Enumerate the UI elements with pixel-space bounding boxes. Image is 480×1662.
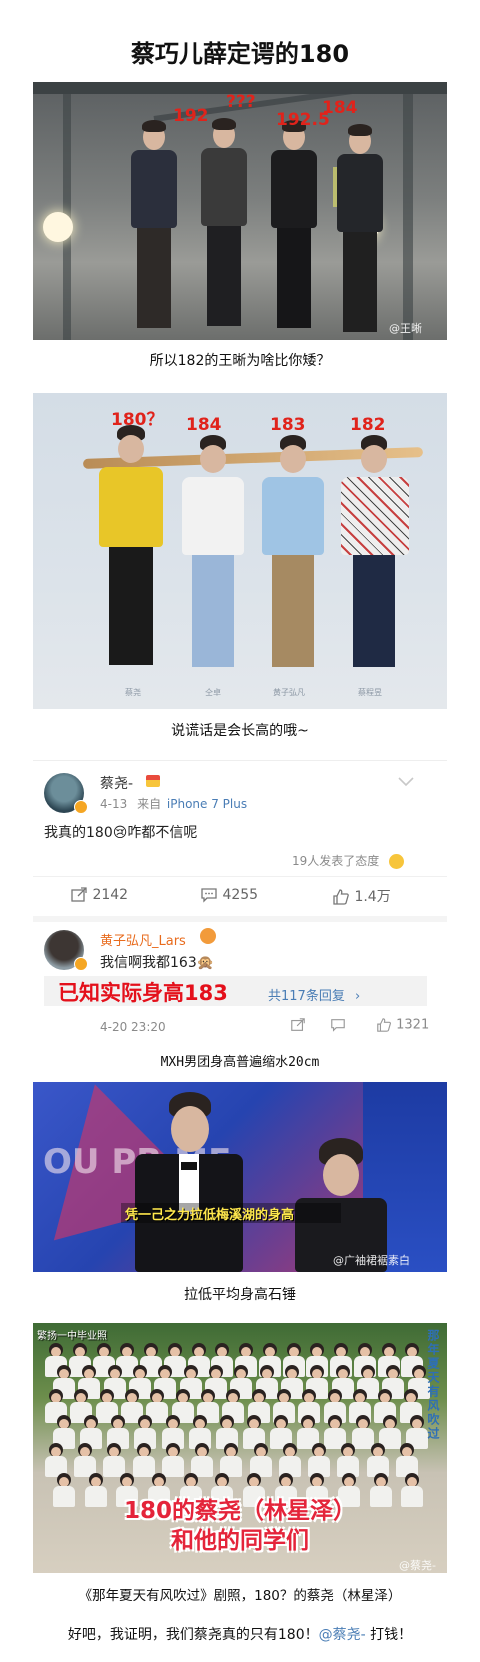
laugh-emoji-icon <box>389 854 405 869</box>
verified-badge-icon <box>74 800 88 814</box>
student <box>220 1443 243 1477</box>
member-blue <box>258 435 328 687</box>
student <box>278 1443 301 1477</box>
comment-icon <box>201 888 217 903</box>
photo4-caption: 《那年夏天有风吹过》剧照，180？的蔡尧（林星泽） <box>78 1588 402 1604</box>
emoji-badge-icon <box>200 928 216 944</box>
post-meta: 4-13 来自 iPhone 7 Plus <box>100 795 247 812</box>
comment-username[interactable]: 黄子弘凡_Lars <box>100 930 186 949</box>
page-title: 蔡巧儿薛定谔的180 <box>130 40 350 68</box>
like-button[interactable]: 1.4万 <box>332 886 391 906</box>
view-replies-link[interactable]: 共117条回复 › <box>268 985 360 1004</box>
corner-label: 繁扬一中毕业照 <box>37 1331 107 1342</box>
chevron-right-icon: › <box>354 989 361 1004</box>
height-label: 184 <box>186 415 222 435</box>
photo2-caption: 说谎话是会长高的哦~ <box>171 723 309 739</box>
footer-text-after: 打钱！ <box>365 1627 413 1643</box>
comment-date: 4-20 23:20 <box>100 1020 166 1034</box>
member-name: 蔡程昱 <box>358 688 382 697</box>
chevron-down-icon[interactable] <box>398 776 414 790</box>
forward-button[interactable]: 2142 <box>70 886 128 904</box>
divider <box>33 916 447 922</box>
person-4 <box>331 124 391 338</box>
variety-show-still: OU PR ME 凭一己之力拉低梅溪湖的身高 @广袖裙裾素白 <box>33 1082 447 1272</box>
thumbs-up-icon <box>333 889 349 905</box>
member-yellow <box>95 425 167 687</box>
student <box>249 1443 272 1477</box>
person-2 <box>195 118 255 332</box>
student <box>161 1443 184 1477</box>
verified-badge-icon <box>74 957 88 971</box>
student <box>395 1443 418 1477</box>
thumbs-up-icon <box>377 1018 391 1032</box>
post-source[interactable]: iPhone 7 Plus <box>167 797 247 811</box>
post-date: 4-13 <box>100 797 128 811</box>
person-1 <box>125 120 185 334</box>
replies-text: 共117条回复 <box>268 989 345 1004</box>
vertical-title: 那年夏天有风吹过 <box>426 1329 440 1441</box>
photo1-caption: 所以182的王晰为啥比你矮？ <box>149 353 331 369</box>
post-username[interactable]: 蔡尧- <box>100 773 133 793</box>
person-3 <box>265 120 325 334</box>
member-name: 蔡尧 <box>125 688 141 697</box>
divider <box>33 760 447 761</box>
comment-reply-button[interactable] <box>330 1017 346 1037</box>
host-person <box>129 1092 249 1272</box>
student <box>366 1443 389 1477</box>
student <box>308 1443 331 1477</box>
height-label: ??? <box>226 92 256 112</box>
comment-forward-button[interactable] <box>290 1017 306 1037</box>
comment-count: 4255 <box>222 887 259 903</box>
stage-group-photo: 192 ??? 192.5 184 @王晰 <box>33 82 447 340</box>
subtitle: 凭一己之力拉低梅溪湖的身高 <box>125 1208 295 1223</box>
forward-count: 2142 <box>92 887 129 903</box>
comment-icon <box>331 1019 345 1032</box>
reactions-text: 19人发表了态度 <box>292 854 380 868</box>
member-name: 仝卓 <box>205 688 221 697</box>
forward-icon <box>291 1018 305 1031</box>
post-reactions[interactable]: 19人发表了态度 <box>292 852 405 869</box>
post-text: 我真的180😢咋都不信呢 <box>44 825 198 841</box>
stage-light-icon <box>43 212 73 242</box>
student <box>132 1443 155 1477</box>
comment-button[interactable]: 4255 <box>200 886 258 904</box>
student <box>191 1443 214 1477</box>
photo3-caption: 拉低平均身高石锤 <box>184 1287 296 1303</box>
overlay-caption: 已知实际身高183 <box>58 981 228 1005</box>
member-print <box>335 435 415 687</box>
watermark: @广袖裙裾素白 <box>333 1254 410 1267</box>
height-label: 180？ <box>111 410 164 430</box>
overlay-line-1: 180的蔡尧（林星泽） <box>123 1498 356 1524</box>
overlay-line-2: 和他的同学们 <box>171 1528 309 1554</box>
mxh-caption: MXH男团身高普遍缩水20cm <box>160 1055 320 1070</box>
height-label: 182 <box>350 415 386 435</box>
height-label: 183 <box>270 415 306 435</box>
like-count: 1.4万 <box>354 889 391 905</box>
footer-text: 好吧，我证明，我们蔡尧真的只有180！@蔡尧- 打钱！ <box>0 1624 480 1644</box>
student <box>337 1443 360 1477</box>
graduation-photo: 繁扬一中毕业照 那年夏天有风吹过 180的蔡尧（林星泽） 和他的同学们 @蔡尧- <box>33 1323 447 1573</box>
footer-text-before: 好吧，我证明，我们蔡尧真的只有180！ <box>67 1627 319 1643</box>
divider <box>33 876 447 877</box>
student <box>45 1443 67 1477</box>
comment-like-button[interactable]: 1321 <box>376 1017 429 1033</box>
boyband-photo: 180？ 184 183 182 蔡尧 仝卓 黄子弘凡 蔡程昱 <box>33 393 447 709</box>
vip-icon <box>146 775 160 787</box>
height-label: 184 <box>322 98 358 118</box>
member-name: 黄子弘凡 <box>273 688 305 697</box>
member-white <box>178 435 248 687</box>
post-source-prefix: 来自 <box>137 797 162 811</box>
comment-text: 我信啊我都163🙊 <box>100 955 215 971</box>
student <box>103 1443 126 1477</box>
watermark: @王晰 <box>389 322 422 335</box>
forward-icon <box>71 887 87 902</box>
student <box>74 1443 97 1477</box>
height-label: 192 <box>173 106 209 126</box>
footer-mention[interactable]: @蔡尧- <box>319 1627 366 1643</box>
comment-like-count: 1321 <box>396 1017 430 1033</box>
watermark: @蔡尧- <box>399 1559 436 1572</box>
